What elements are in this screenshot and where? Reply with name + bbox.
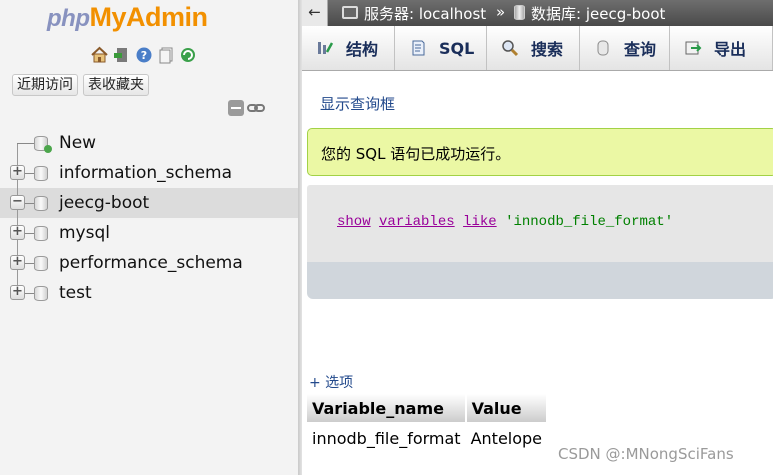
tab-query[interactable]: 查询 <box>580 26 670 70</box>
database-icon <box>34 226 48 241</box>
tree-item-label[interactable]: information_schema <box>59 163 232 183</box>
column-header-value[interactable]: Value <box>465 394 549 422</box>
tab-structure[interactable]: 结构 <box>302 26 395 70</box>
breadcrumb-separator: » <box>496 3 506 21</box>
favorites-button[interactable]: 表收藏夹 <box>83 74 149 96</box>
database-tree: New + information_schema − jeecg-boot + <box>0 128 298 308</box>
database-icon <box>34 166 48 181</box>
tree-line <box>17 143 18 158</box>
options-link[interactable]: + 选项 <box>309 372 353 392</box>
tree-item-information-schema[interactable]: + information_schema <box>0 158 298 188</box>
expand-icon[interactable]: + <box>10 225 25 240</box>
link-icon[interactable] <box>247 100 265 116</box>
sql-query-box: show variables like 'innodb_file_format' <box>307 185 773 262</box>
nav-icon-bar: ? <box>90 45 197 64</box>
server-icon <box>342 6 358 19</box>
phpmyadmin-logo[interactable]: phpMyAdmin <box>47 2 208 33</box>
export-icon <box>684 39 702 57</box>
expand-icon[interactable]: + <box>10 285 25 300</box>
sql-keyword[interactable]: variables <box>379 214 455 230</box>
sql-tools-bar <box>307 262 773 299</box>
exit-icon[interactable] <box>112 45 131 64</box>
tree-item-test[interactable]: + test <box>0 278 298 308</box>
back-arrow-icon[interactable]: ← <box>302 0 328 26</box>
tree-line <box>17 143 35 144</box>
sql-keyword[interactable]: show <box>337 214 371 230</box>
collapse-icon[interactable]: − <box>10 195 25 210</box>
new-badge-icon <box>44 145 52 153</box>
table-row: innodb_file_format Antelope <box>307 422 547 454</box>
tree-item-performance-schema[interactable]: + performance_schema <box>0 248 298 278</box>
reload-icon[interactable] <box>178 45 197 64</box>
tab-label: 搜索 <box>531 40 564 59</box>
watermark-text: CSDN @:MNongSciFans <box>558 445 734 463</box>
tab-search[interactable]: 搜索 <box>487 26 580 70</box>
expand-icon[interactable]: + <box>10 165 25 180</box>
database-icon <box>34 196 48 211</box>
tree-item-jeecg-boot[interactable]: − jeecg-boot <box>0 188 298 218</box>
collapse-all-icon[interactable] <box>228 100 244 116</box>
recent-favorites-bar: 近期访问 表收藏夹 <box>12 74 149 96</box>
tab-bar: 结构 SQL 搜索 查询 导出 <box>302 26 773 71</box>
query-icon <box>594 39 612 57</box>
database-icon <box>34 256 48 271</box>
show-query-link[interactable]: 显示查询框 <box>320 93 395 114</box>
result-table: Variable_name Value innodb_file_format A… <box>307 394 549 454</box>
logo-myadmin-text: MyAdmin <box>89 2 208 32</box>
sql-code: show variables like 'innodb_file_format' <box>337 214 673 230</box>
logo-php-text: php <box>47 5 90 32</box>
database-icon <box>34 286 48 301</box>
sql-string-literal: 'innodb_file_format' <box>505 214 674 230</box>
tree-item-label[interactable]: test <box>59 283 92 303</box>
tab-export[interactable]: 导出 <box>670 26 773 70</box>
breadcrumb: ← 服务器: localhost » 数据库: jeecg-boot <box>302 0 773 26</box>
tab-label: 查询 <box>624 40 657 59</box>
breadcrumb-database[interactable]: 数据库: jeecg-boot <box>531 3 665 24</box>
table-header-row: Variable_name Value <box>307 394 549 422</box>
navigation-panel: phpMyAdmin ? 近期访问 表收藏夹 New + information… <box>0 0 298 475</box>
column-header-variable-name[interactable]: Variable_name <box>307 394 467 422</box>
docs-icon[interactable] <box>156 45 175 64</box>
tree-item-new[interactable]: New <box>0 128 298 158</box>
tree-item-label[interactable]: jeecg-boot <box>59 193 149 213</box>
expand-icon[interactable]: + <box>10 255 25 270</box>
search-icon <box>501 39 519 57</box>
tree-tools <box>228 100 265 116</box>
success-text: 您的 SQL 语句已成功运行。 <box>321 145 511 163</box>
help-icon[interactable]: ? <box>134 45 153 64</box>
tree-item-label[interactable]: performance_schema <box>59 253 243 273</box>
success-message: 您的 SQL 语句已成功运行。 <box>307 128 773 176</box>
sql-keyword[interactable]: like <box>463 214 497 230</box>
tab-label: SQL <box>439 38 475 58</box>
table-cell: innodb_file_format <box>312 428 461 448</box>
tab-sql[interactable]: SQL <box>395 26 487 70</box>
sql-icon <box>409 39 427 57</box>
tab-label: 导出 <box>714 40 747 59</box>
table-cell: Antelope <box>470 428 543 448</box>
home-icon[interactable] <box>90 45 109 64</box>
database-icon <box>514 5 525 20</box>
svg-text:?: ? <box>140 49 146 62</box>
tab-label: 结构 <box>346 40 379 59</box>
tree-item-mysql[interactable]: + mysql <box>0 218 298 248</box>
tree-item-label[interactable]: New <box>59 133 96 153</box>
structure-icon <box>316 39 334 57</box>
main-content: ← 服务器: localhost » 数据库: jeecg-boot 结构 SQ… <box>302 0 773 475</box>
phpmyadmin-window: phpMyAdmin ? 近期访问 表收藏夹 New + information… <box>0 0 773 475</box>
tree-item-label[interactable]: mysql <box>59 223 110 243</box>
breadcrumb-server[interactable]: 服务器: localhost <box>364 3 486 24</box>
recent-button[interactable]: 近期访问 <box>12 74 78 96</box>
